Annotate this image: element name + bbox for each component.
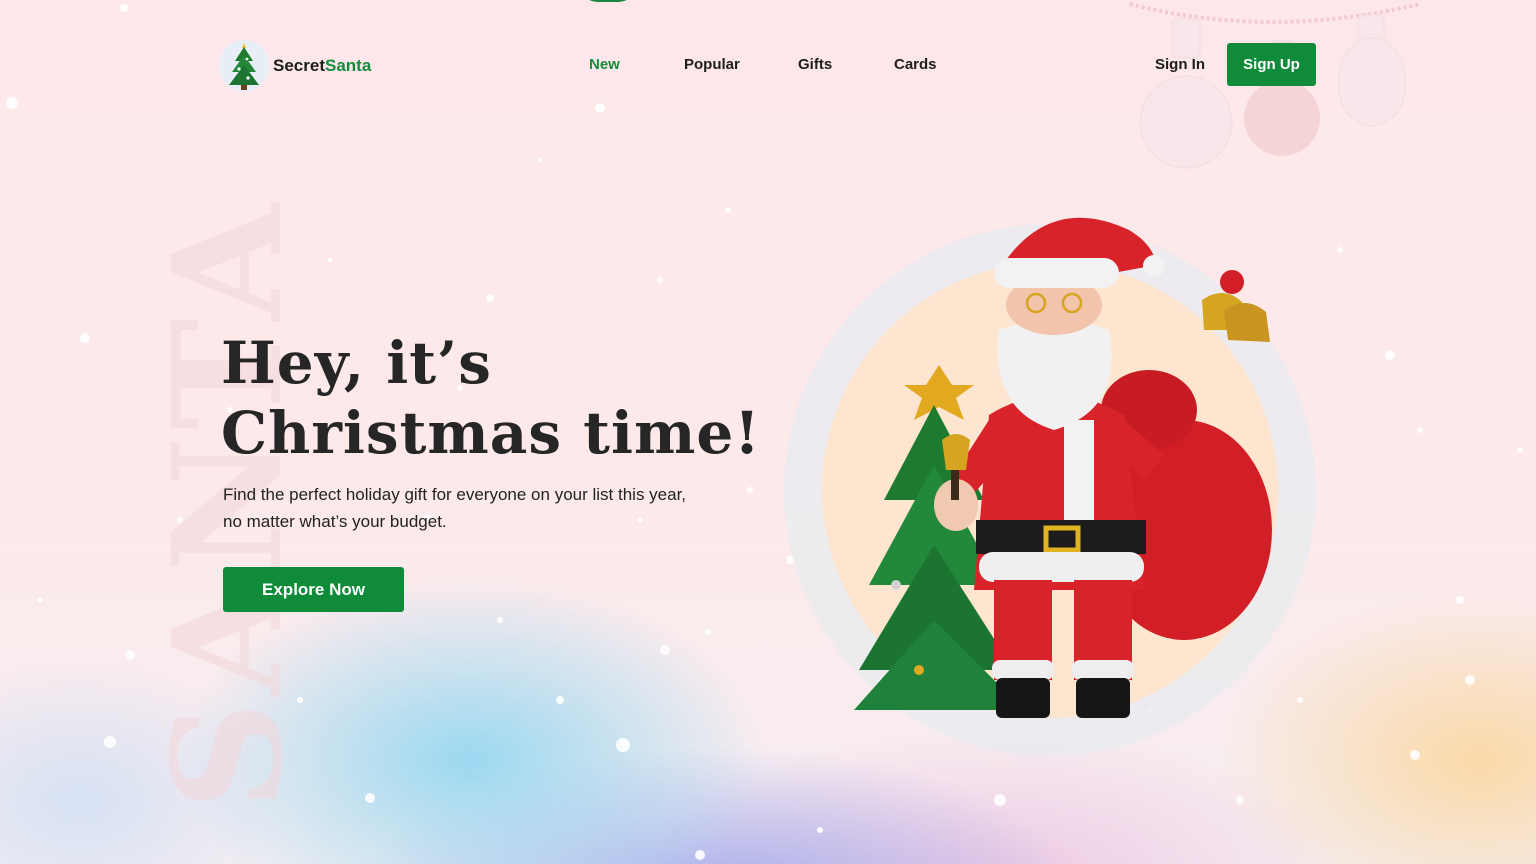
sign-in-link[interactable]: Sign In [1155,56,1205,73]
bells-decoration [1202,270,1270,342]
santa-claus-illustration [854,217,1272,718]
nav-link-new[interactable]: New [589,56,620,73]
nav-link-cards[interactable]: Cards [894,56,937,73]
nav-link-popular[interactable]: Popular [684,56,740,73]
string-lights-decoration [1129,2,1421,169]
logo[interactable]: SecretSanta [219,40,371,92]
christmas-tree-icon [219,40,269,92]
sign-up-button[interactable]: Sign Up [1227,43,1316,86]
hero-subtitle: Find the perfect holiday gift for everyo… [223,485,687,531]
decorative-arc [578,0,638,2]
explore-now-button[interactable]: Explore Now [223,567,404,612]
brand-name: SecretSanta [273,56,372,75]
hero-title: Hey, it’s Christmas time! [221,328,761,468]
hero-title-line-1: Hey, it’s [221,329,492,397]
hero-title-line-2: Christmas time! [221,399,761,467]
nav-link-gifts[interactable]: Gifts [798,56,832,73]
